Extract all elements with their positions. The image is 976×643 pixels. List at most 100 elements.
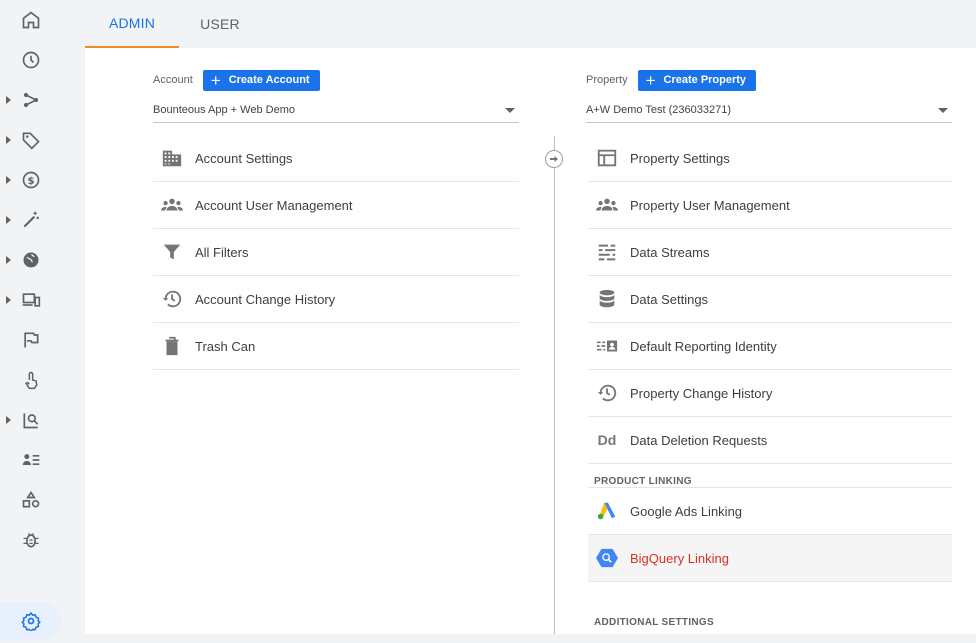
create-property-label: Create Property	[663, 74, 747, 86]
all-filters-label: All Filters	[195, 244, 249, 260]
admin-gear-icon	[20, 611, 41, 631]
account-user-management-item[interactable]: Account User Management	[153, 182, 519, 229]
account-change-history-item[interactable]: Account Change History	[153, 276, 519, 323]
account-settings-item[interactable]: Account Settings	[153, 135, 519, 182]
property-settings-icon	[596, 147, 618, 169]
tab-admin[interactable]: ADMIN	[85, 0, 179, 48]
history-icon	[596, 382, 618, 404]
home-icon	[22, 11, 40, 29]
property-select[interactable]: A+W Demo Test (236033271)	[586, 98, 952, 123]
devices-icon	[22, 293, 41, 307]
trash-can-item[interactable]: Trash Can	[153, 323, 519, 370]
tag-icon	[22, 132, 40, 150]
admin-nav-item[interactable]	[0, 602, 61, 640]
audiences-nav-item[interactable]	[0, 442, 62, 478]
account-settings-label: Account Settings	[195, 150, 293, 166]
plus-icon: +	[645, 70, 656, 90]
building-icon	[161, 147, 183, 169]
debug-icon	[23, 532, 39, 548]
bigquery-icon	[596, 547, 618, 569]
conversions-nav-item[interactable]	[0, 322, 62, 358]
account-user-management-label: Account User Management	[195, 197, 353, 213]
plus-icon: +	[210, 70, 221, 90]
property-settings-item[interactable]: Property Settings	[588, 135, 952, 182]
touch-icon	[24, 371, 38, 390]
monetization-nav-item[interactable]: $	[0, 162, 62, 198]
product-linking-heading: PRODUCT LINKING	[588, 464, 952, 488]
dd-glyph: Dd	[597, 432, 617, 448]
google-ads-linking-item[interactable]: Google Ads Linking	[588, 488, 952, 535]
data-deletion-requests-label: Data Deletion Requests	[630, 432, 768, 448]
admin-panel: Account + Create Account Bounteous App +…	[85, 48, 976, 634]
property-label: Property	[586, 74, 628, 86]
flow-nav-item[interactable]	[0, 82, 62, 118]
engagement-nav-item[interactable]	[0, 202, 62, 238]
flow-icon	[23, 92, 39, 108]
history-icon	[161, 288, 183, 310]
default-reporting-identity-item[interactable]: Default Reporting Identity	[588, 323, 952, 370]
property-header: Property + Create Property	[586, 69, 757, 91]
magic-wand-icon	[23, 211, 39, 228]
dollar-icon: $	[22, 171, 40, 189]
data-settings-label: Data Settings	[630, 291, 709, 307]
geo-nav-item[interactable]	[0, 242, 62, 278]
arrow-right-icon	[545, 150, 563, 168]
analysis-nav-item[interactable]	[0, 402, 62, 438]
audience-icon	[22, 454, 40, 465]
property-user-management-label: Property User Management	[630, 197, 790, 213]
account-label: Account	[153, 74, 193, 86]
account-header: Account + Create Account	[153, 69, 320, 91]
property-select-value: A+W Demo Test (236033271)	[586, 104, 732, 116]
tag-nav-item[interactable]	[0, 122, 62, 158]
top-tabs: ADMIN USER	[85, 0, 976, 48]
trash-icon	[161, 335, 183, 357]
events-nav-item[interactable]	[0, 362, 62, 398]
account-select-value: Bounteous App + Web Demo	[153, 104, 295, 116]
create-account-button[interactable]: + Create Account	[202, 69, 320, 91]
clock-icon	[22, 51, 40, 69]
property-user-management-item[interactable]: Property User Management	[588, 182, 952, 229]
additional-settings-heading: ADDITIONAL SETTINGS	[594, 617, 714, 628]
identity-icon	[596, 335, 618, 357]
custom-defs-nav-item[interactable]	[0, 482, 62, 518]
tech-nav-item[interactable]	[0, 282, 62, 318]
people-icon	[596, 194, 618, 216]
database-icon	[596, 288, 618, 310]
shapes-icon	[22, 490, 40, 508]
flag-icon	[24, 332, 39, 348]
tab-user[interactable]: USER	[185, 0, 255, 48]
left-nav-rail: $	[0, 0, 62, 643]
trash-can-label: Trash Can	[195, 338, 256, 354]
property-settings-label: Property Settings	[630, 150, 730, 166]
bigquery-linking-label: BigQuery Linking	[630, 550, 729, 566]
google-ads-linking-label: Google Ads Linking	[630, 503, 743, 519]
data-deletion-requests-item[interactable]: Dd Data Deletion Requests	[588, 417, 952, 464]
home-nav-item[interactable]	[0, 2, 62, 38]
create-account-label: Create Account	[228, 74, 310, 86]
filter-icon	[161, 241, 183, 263]
account-menu: Account Settings Account User Management…	[153, 135, 519, 370]
dd-icon: Dd	[596, 429, 618, 451]
realtime-nav-item[interactable]	[0, 42, 62, 78]
default-reporting-identity-label: Default Reporting Identity	[630, 338, 777, 354]
report-search-icon	[23, 413, 39, 429]
globe-icon	[23, 252, 39, 268]
account-change-history-label: Account Change History	[195, 291, 336, 307]
create-property-button[interactable]: + Create Property	[637, 69, 757, 91]
people-icon	[161, 194, 183, 216]
debugview-nav-item[interactable]	[0, 522, 62, 558]
svg-text:$: $	[28, 176, 35, 187]
property-change-history-item[interactable]: Property Change History	[588, 370, 952, 417]
streams-icon	[596, 241, 618, 263]
all-filters-item[interactable]: All Filters	[153, 229, 519, 276]
account-select[interactable]: Bounteous App + Web Demo	[153, 98, 519, 123]
google-ads-icon	[596, 500, 618, 522]
data-streams-item[interactable]: Data Streams	[588, 229, 952, 276]
data-streams-label: Data Streams	[630, 244, 710, 260]
dropdown-arrow-icon	[938, 107, 948, 113]
data-settings-item[interactable]: Data Settings	[588, 276, 952, 323]
dropdown-arrow-icon	[505, 107, 515, 113]
bigquery-linking-item[interactable]: BigQuery Linking	[588, 535, 952, 582]
property-menu: Property Settings Property User Manageme…	[588, 135, 952, 630]
column-divider	[554, 136, 555, 634]
